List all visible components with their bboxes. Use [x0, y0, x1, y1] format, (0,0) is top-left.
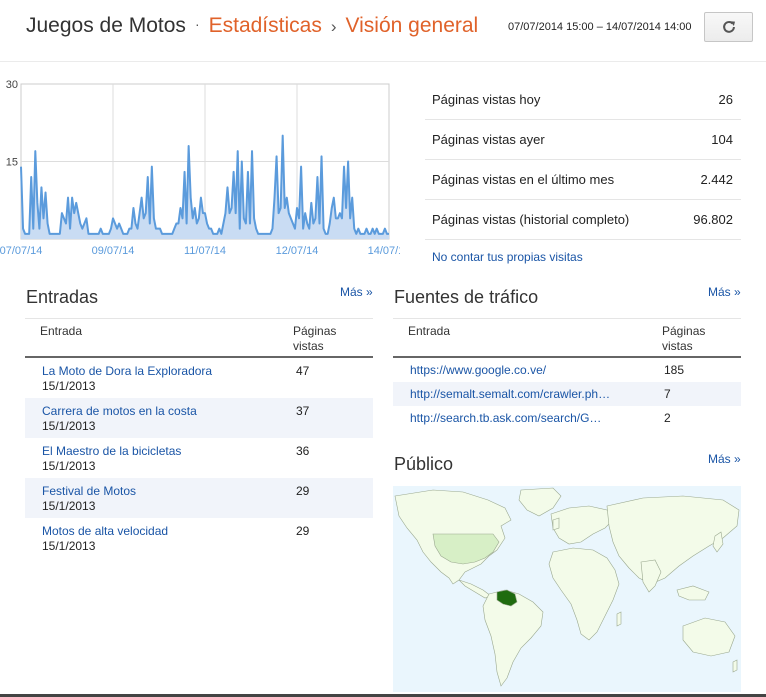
chart-x-tick-label: 09/07/14 [92, 245, 135, 257]
post-date: 15/1/2013 [42, 459, 96, 473]
chevron-right-icon: › [330, 17, 337, 36]
stat-row-today: Páginas vistas hoy 26 [425, 80, 741, 120]
map-region-southeast-asia [676, 585, 710, 601]
col-header-entry: Entrada [40, 324, 83, 338]
audience-more-link[interactable]: Más » [708, 452, 741, 466]
post-title-link[interactable]: La Moto de Dora la Exploradora [42, 364, 212, 378]
stat-label: Páginas vistas en el último mes [432, 172, 615, 187]
chart-x-tick-label: 11/07/14 [184, 245, 226, 257]
col-header-views: Páginas vistas [662, 324, 705, 354]
col-header-views: Páginas vistas [293, 324, 336, 354]
stat-value: 104 [711, 132, 733, 147]
stat-row-all-time: Páginas vistas (historial completo) 96.8… [425, 200, 741, 240]
stat-label: Páginas vistas hoy [432, 92, 541, 107]
stat-row-yesterday: Páginas vistas ayer 104 [425, 120, 741, 160]
blog-title: Juegos de Motos [26, 14, 186, 37]
breadcrumb-stats-link[interactable]: Estadísticas [209, 14, 322, 37]
world-map-svg [394, 487, 740, 687]
traffic-table: Entrada Páginas vistas https://www.google… [393, 318, 741, 430]
post-date: 15/1/2013 [42, 499, 96, 513]
traffic-source-link[interactable]: https://www.google.co.ve/ [410, 363, 630, 377]
chart-x-tick-label: 14/07/14 [368, 245, 400, 257]
refresh-icon [722, 21, 735, 33]
chart-x-tick-label: 12/07/14 [276, 245, 319, 257]
map-region-new-zealand [732, 659, 738, 673]
pageviews-chart-svg: 30 15 07/07/14 09/07/14 11/07/14 12/07/14 14/0… [0, 79, 410, 257]
map-region-australia [682, 617, 736, 657]
traffic-source-link[interactable]: http://search.tb.ask.com/search/G… [410, 411, 630, 425]
map-region-europe [550, 505, 614, 545]
refresh-button[interactable] [704, 12, 753, 42]
stat-value: 2.442 [700, 172, 733, 187]
post-title-link[interactable]: El Maestro de la bicicletas [42, 444, 181, 458]
exclude-own-visits-link[interactable]: No contar tus propias visitas [432, 250, 583, 264]
table-row: Festival de Motos 15/1/2013 29 [25, 478, 373, 518]
col-header-entry: Entrada [408, 324, 451, 338]
audience-world-map[interactable] [393, 486, 741, 692]
table-row: http://semalt.semalt.com/crawler.ph… 7 [393, 382, 741, 406]
map-region-central-america [458, 579, 492, 599]
stat-label: Páginas vistas (historial completo) [432, 212, 630, 227]
table-row: https://www.google.co.ve/ 185 [393, 358, 741, 382]
post-date: 15/1/2013 [42, 379, 96, 393]
stats-summary: Páginas vistas hoy 26 Páginas vistas aye… [425, 80, 741, 240]
table-row: El Maestro de la bicicletas 15/1/2013 36 [25, 438, 373, 478]
col-header-views-line1: Páginas [293, 324, 337, 338]
col-header-views-line1: Páginas [662, 324, 706, 338]
traffic-source-link[interactable]: http://semalt.semalt.com/crawler.ph… [410, 387, 630, 401]
breadcrumb-overview-link[interactable]: Visión general [346, 14, 479, 37]
breadcrumb-separator: · [194, 16, 200, 32]
date-range: 07/07/2014 15:00 – 14/07/2014 14:00 [508, 21, 692, 33]
traffic-section-title: Fuentes de tráfico [394, 287, 539, 307]
map-region-greenland [518, 487, 562, 517]
post-views: 29 [296, 484, 310, 498]
table-row: Carrera de motos en la costa 15/1/2013 3… [25, 398, 373, 438]
post-views: 37 [296, 404, 310, 418]
post-date: 15/1/2013 [42, 539, 96, 553]
chart-y-tick-label: 15 [6, 157, 18, 169]
map-region-uk [552, 517, 560, 531]
stat-value: 26 [718, 92, 733, 107]
page-header: Juegos de Motos · Estadísticas › Visión gene… [0, 0, 766, 62]
traffic-more-link[interactable]: Más » [708, 285, 741, 299]
traffic-table-header: Entrada Páginas vistas [393, 318, 741, 358]
post-title-link[interactable]: Festival de Motos [42, 484, 136, 498]
post-views: 47 [296, 364, 310, 378]
posts-table: Entrada Páginas vistas La Moto de Dora la… [25, 318, 373, 558]
posts-table-header: Entrada Páginas vistas [25, 318, 373, 358]
traffic-views: 7 [664, 387, 671, 401]
post-title-link[interactable]: Motos de alta velocidad [42, 524, 168, 538]
posts-section-title: Entradas [26, 287, 99, 307]
stat-row-last-month: Páginas vistas en el último mes 2.442 [425, 160, 741, 200]
chart-x-tick-label: 07/07/14 [0, 245, 42, 257]
map-region-africa [548, 547, 620, 641]
col-header-views-line2: vistas [293, 339, 324, 353]
post-views: 29 [296, 524, 310, 538]
table-row: Motos de alta velocidad 15/1/2013 29 [25, 518, 373, 558]
traffic-views: 185 [664, 363, 685, 377]
pageviews-chart: 30 15 07/07/14 09/07/14 11/07/14 12/07/14 14/0… [0, 72, 410, 262]
traffic-views: 2 [664, 411, 671, 425]
stat-label: Páginas vistas ayer [432, 132, 545, 147]
map-region-madagascar [616, 611, 622, 627]
posts-more-link[interactable]: Más » [340, 285, 373, 299]
table-row: http://search.tb.ask.com/search/G… 2 [393, 406, 741, 430]
post-views: 36 [296, 444, 310, 458]
post-title-link[interactable]: Carrera de motos en la costa [42, 404, 197, 418]
stat-value: 96.802 [693, 212, 733, 227]
chart-y-tick-label: 30 [6, 79, 18, 91]
col-header-views-line2: vistas [662, 339, 693, 353]
audience-section-title: Público [394, 454, 454, 474]
breadcrumb: Juegos de Motos · Estadísticas › Visión gene… [26, 14, 478, 38]
post-date: 15/1/2013 [42, 419, 96, 433]
table-row: La Moto de Dora la Exploradora 15/1/2013… [25, 358, 373, 398]
